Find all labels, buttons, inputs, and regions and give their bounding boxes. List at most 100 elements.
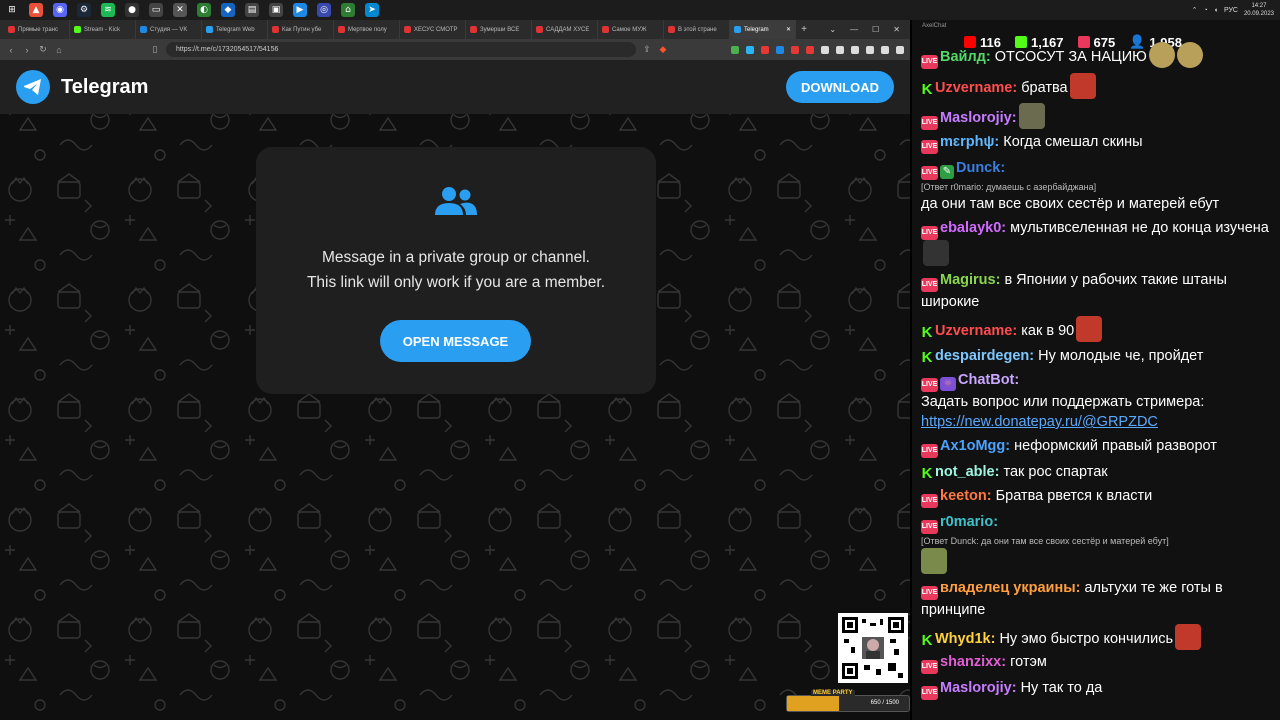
chat-message: LIVE Maslorojiy: Ну так то да	[912, 678, 1280, 700]
vk-live-badge-icon: LIVE	[921, 55, 938, 69]
extension-icon[interactable]	[776, 45, 784, 54]
chat-username: Вайлд:	[940, 49, 991, 65]
menu-icon[interactable]	[896, 45, 904, 54]
sidebar-icon[interactable]	[881, 45, 889, 54]
vk-live-badge-icon: LIVE	[921, 494, 938, 508]
browser-tab-active[interactable]: Telegram ✕	[730, 20, 796, 39]
window-controls: ⌄ — ☐ ✕	[829, 25, 910, 34]
browser-tab[interactable]: ХЕСУС СМОТР	[400, 20, 466, 39]
browser-tab[interactable]: В этой стране	[664, 20, 730, 39]
vk-live-badge-icon: LIVE	[921, 520, 938, 534]
url-text: https://t.me/c/1732054517/54156	[176, 46, 279, 53]
extension-icon[interactable]	[731, 45, 739, 54]
chevron-down-icon[interactable]: ⌄	[829, 25, 836, 34]
kick-badge-icon: K	[921, 632, 933, 649]
share-icon[interactable]: ⇪	[642, 44, 652, 55]
chat-message: LIVE ebalayk0: мультивселенная не до конц…	[912, 218, 1280, 266]
network-icon[interactable]: ◔	[1203, 7, 1207, 14]
discord-icon[interactable]: ◉	[53, 3, 67, 17]
youtube-favicon-icon	[536, 26, 543, 33]
url-bar[interactable]: https://t.me/c/1732054517/54156	[166, 42, 636, 57]
extensions-menu-icon[interactable]	[851, 45, 859, 54]
tab-label: Зумерши ВСЕ	[480, 26, 520, 33]
vk-live-badge-icon: LIVE	[921, 116, 938, 130]
vk-live-badge-icon: LIVE	[921, 660, 938, 674]
app-icon[interactable]: ◎	[317, 3, 331, 17]
brave-shields-icon[interactable]: ◆	[658, 44, 668, 55]
browser-tab[interactable]: Мертвое полу	[334, 20, 400, 39]
close-tab-icon[interactable]: ✕	[786, 26, 791, 33]
emote-icon	[1148, 42, 1175, 68]
spotify-icon[interactable]: ≋	[101, 3, 115, 17]
donate-link[interactable]: https://new.donatepay.ru/@GRPZDC	[921, 414, 1158, 430]
chat-username: Magirus:	[940, 272, 1001, 288]
brave-icon[interactable]: ▲	[29, 3, 43, 17]
start-icon[interactable]: ⊞	[5, 3, 19, 17]
folder-icon[interactable]: ▤	[245, 3, 259, 17]
new-tab-button[interactable]: +	[796, 24, 812, 35]
browser-tab[interactable]: Студия — VK	[136, 20, 202, 39]
language-indicator[interactable]: РУС	[1224, 7, 1238, 14]
back-icon[interactable]: ‹	[6, 45, 16, 55]
clock[interactable]: 14:27 20.09.2023	[1244, 2, 1274, 18]
browser-tab[interactable]: САДДАМ ХУСЕ	[532, 20, 598, 39]
app-icon[interactable]: ◐	[197, 3, 211, 17]
obs-icon[interactable]: ●	[125, 3, 139, 17]
browser-tab[interactable]: Как Путин убе	[268, 20, 334, 39]
chat-username: keeton:	[940, 488, 992, 504]
reload-icon[interactable]: ↻	[38, 44, 48, 55]
chat-username: Dunck:	[956, 160, 1006, 176]
app-icon[interactable]: ▭	[149, 3, 163, 17]
close-window-icon[interactable]: ✕	[893, 25, 900, 34]
maximize-icon[interactable]: ☐	[872, 25, 879, 34]
message-card: Message in a private group or channel. T…	[256, 147, 656, 394]
extension-icon[interactable]	[806, 45, 814, 54]
media-icon[interactable]	[866, 45, 874, 54]
youtube-favicon-icon	[338, 26, 345, 33]
browser-tab[interactable]: Прямые транс	[4, 20, 70, 39]
browser-tab[interactable]: Telegram Web	[202, 20, 268, 39]
extension-icon[interactable]	[791, 45, 799, 54]
forward-icon[interactable]: ›	[22, 45, 32, 55]
meme-party-bar: MEME PARTY 650 / 1500	[786, 690, 910, 712]
chat-reply-quote: [Ответ Dunck: да они там все своих сестё…	[921, 536, 1169, 546]
chat-text: Ну молодые че, пройдет	[1038, 348, 1204, 364]
browser-tab[interactable]: Самое МУЖ	[598, 20, 664, 39]
app-icon[interactable]: ⌂	[341, 3, 355, 17]
steam-icon[interactable]: ⚙	[77, 3, 91, 17]
youtube-favicon-icon	[602, 26, 609, 33]
tab-label: Stream - Kick	[84, 26, 121, 33]
chat-text: так рос спартак	[1003, 464, 1108, 480]
app-icon[interactable]: ▶	[293, 3, 307, 17]
chevron-up-icon[interactable]: ⌃	[1192, 6, 1198, 14]
chat-message: LIVE keeton: Братва рвется к власти	[912, 486, 1280, 508]
vk-live-badge-icon: LIVE	[921, 686, 938, 700]
app-icon[interactable]: ◆	[221, 3, 235, 17]
minimize-icon[interactable]: —	[850, 25, 858, 34]
volume-icon[interactable]: ◖	[1214, 7, 1218, 14]
extension-icon[interactable]	[761, 45, 769, 54]
chat-text: Ну эмо быстро кончились	[999, 631, 1174, 647]
extension-icon[interactable]	[746, 45, 754, 54]
download-button[interactable]: DOWNLOAD	[786, 71, 894, 103]
telegram-logo-icon[interactable]	[16, 70, 50, 104]
extension-icon[interactable]	[836, 45, 844, 54]
open-message-button[interactable]: OPEN MESSAGE	[380, 320, 531, 362]
app-icon[interactable]: ▣	[269, 3, 283, 17]
chat-username: Uzvername:	[935, 323, 1018, 339]
tab-label: В этой стране	[678, 26, 717, 33]
close-app-icon[interactable]: ✕	[173, 3, 187, 17]
youtube-favicon-icon	[470, 26, 477, 33]
bookmark-icon[interactable]: ▯	[150, 44, 160, 55]
browser-tab[interactable]: Зумерши ВСЕ	[466, 20, 532, 39]
chat-username: Ax1oMgg:	[940, 438, 1011, 454]
vk-live-badge-icon: LIVE	[921, 166, 938, 180]
chat-message: LIVE Magirus: в Японии у рабочих такие шт…	[912, 270, 1280, 312]
chat-text: Братва рвется к власти	[995, 488, 1153, 504]
chat-text: мультивселенная не до конца изучена	[1010, 220, 1269, 236]
home-icon[interactable]: ⌂	[54, 45, 64, 55]
emote-icon	[1175, 624, 1202, 650]
telegram-taskbar-icon[interactable]: ➤	[365, 3, 379, 17]
extension-icon[interactable]	[821, 45, 829, 54]
browser-tab[interactable]: Stream - Kick	[70, 20, 136, 39]
